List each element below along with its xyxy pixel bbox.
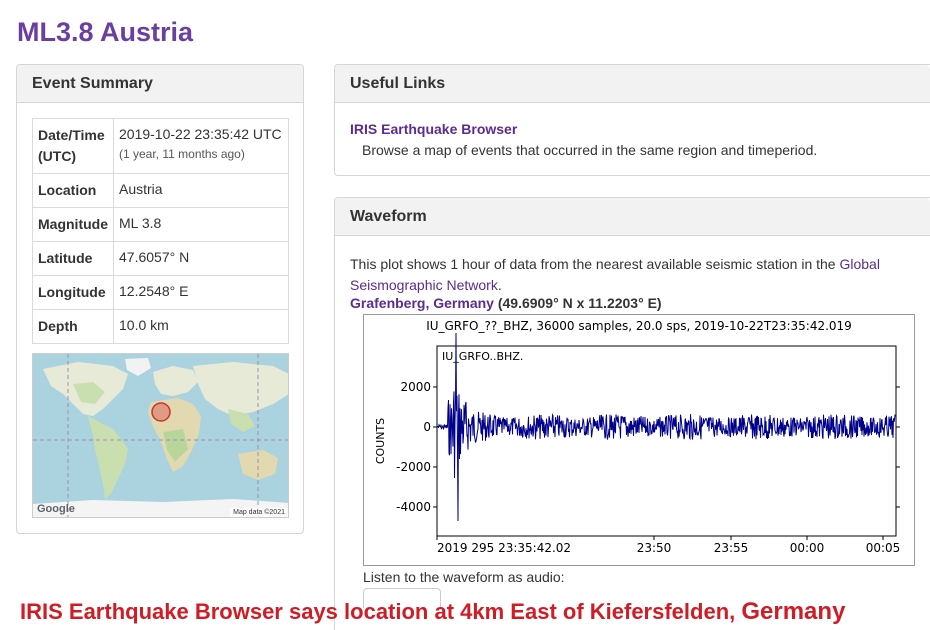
y-tick-label: 2000 — [400, 380, 431, 394]
caption-text: IRIS Earthquake Browser says location at… — [20, 599, 742, 624]
magnitude-value: ML 3.8 — [113, 207, 289, 242]
waveform-heading: Waveform — [335, 198, 930, 236]
trace-label: IU_GRFO..BHZ. — [442, 350, 523, 363]
waveform-panel: Waveform This plot shows 1 hour of data … — [334, 197, 930, 630]
table-row: Date/Time (UTC) 2019-10-22 23:35:42 UTC … — [32, 118, 289, 174]
depth-label: Depth — [32, 309, 114, 344]
waveform-description-end: . — [497, 277, 502, 293]
event-summary-heading: Event Summary — [17, 65, 303, 103]
x-tick-label: 2019 295 23:35:42.02 — [437, 541, 571, 555]
y-axis-label: COUNTS — [374, 418, 387, 464]
plot-frame — [436, 345, 897, 537]
map-credit: Map data ©2021 — [230, 508, 288, 517]
waveform-chart: IU_GRFO_??_BHZ, 36000 samples, 20.0 sps,… — [374, 319, 901, 555]
audio-label: Listen to the waveform as audio: — [363, 569, 565, 585]
google-logo: Google — [37, 503, 75, 515]
y-tick-label: -2000 — [396, 460, 431, 474]
latitude-label: Latitude — [32, 241, 114, 276]
station-name[interactable]: Grafenberg, Germany — [350, 295, 494, 311]
iris-browser-description: Browse a map of events that occurred in … — [362, 142, 818, 158]
table-row: Magnitude ML 3.8 — [32, 207, 289, 242]
world-map-image — [33, 354, 288, 517]
useful-links-heading: Useful Links — [335, 65, 930, 103]
event-marker-icon[interactable] — [150, 401, 172, 423]
caption-country: Germany — [741, 598, 846, 625]
longitude-value: 12.2548° E — [113, 275, 289, 310]
plot-title: IU_GRFO_??_BHZ, 36000 samples, 20.0 sps,… — [426, 319, 852, 333]
magnitude-label: Magnitude — [32, 207, 114, 242]
event-summary-panel: Event Summary Date/Time (UTC) 2019-10-22… — [16, 64, 304, 534]
x-tick-label: 23:55 — [714, 541, 749, 555]
latitude-value: 47.6057° N — [113, 241, 289, 276]
waveform-description: This plot shows 1 hour of data from the … — [350, 254, 910, 296]
datetime-value: 2019-10-22 23:35:42 UTC — [119, 126, 282, 142]
waveform-description-text: This plot shows 1 hour of data from the … — [350, 256, 840, 272]
event-location-map[interactable]: Google Map data ©2021 — [32, 353, 289, 518]
table-row: Location Austria — [32, 173, 289, 208]
station-coords: (49.6909° N x 11.2203° E) — [497, 295, 662, 311]
iris-browser-link[interactable]: IRIS Earthquake Browser — [350, 121, 517, 137]
useful-links-panel: Useful Links IRIS Earthquake Browser Bro… — [334, 64, 930, 176]
location-value: Austria — [113, 173, 289, 208]
x-tick-label: 23:50 — [637, 541, 672, 555]
x-tick-label: 00:05 — [866, 541, 901, 555]
x-tick-label: 00:00 — [790, 541, 825, 555]
y-tick-label: 0 — [423, 420, 431, 434]
location-label: Location — [32, 173, 114, 208]
table-row: Depth 10.0 km — [32, 309, 289, 344]
event-summary-table: Date/Time (UTC) 2019-10-22 23:35:42 UTC … — [32, 118, 289, 344]
annotation-caption: IRIS Earthquake Browser says location at… — [20, 598, 845, 626]
y-tick-label: -4000 — [396, 500, 431, 514]
y-ticks: 2000 0 -2000 -4000 — [396, 380, 900, 514]
waveform-plot: IU_GRFO_??_BHZ, 36000 samples, 20.0 sps,… — [363, 314, 915, 566]
table-row: Longitude 12.2548° E — [32, 275, 289, 310]
x-ticks: 2019 295 23:35:42.02 23:50 23:55 00:00 0… — [436, 536, 901, 555]
station-info: Grafenberg, Germany (49.6909° N x 11.220… — [350, 295, 662, 311]
page-title: ML3.8 Austria — [17, 17, 194, 47]
depth-value: 10.0 km — [113, 309, 289, 344]
datetime-relative: (1 year, 11 months ago) — [119, 147, 245, 161]
longitude-label: Longitude — [32, 275, 114, 310]
table-row: Latitude 47.6057° N — [32, 241, 289, 276]
datetime-label: Date/Time (UTC) — [32, 118, 114, 174]
